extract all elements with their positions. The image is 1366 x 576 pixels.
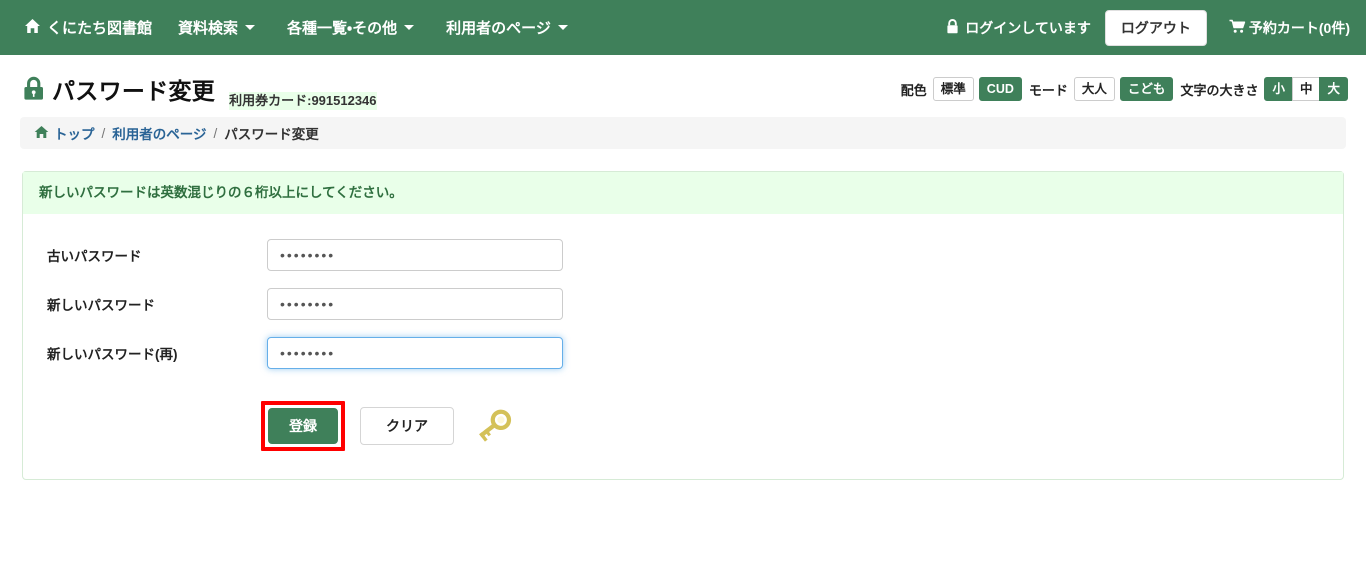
new-password-confirm-input[interactable] — [267, 336, 563, 369]
form-row-old-password: 古いパスワード — [23, 230, 1343, 279]
logout-button[interactable]: ログアウト — [1104, 9, 1207, 46]
page-header: パスワード変更 利用券カード:991512346 配色 標準 CUD モード 大… — [0, 65, 1366, 113]
new-password-input[interactable] — [267, 287, 563, 320]
color-scheme-standard-button[interactable]: 標準 — [932, 77, 974, 101]
password-change-form: 古いパスワード 新しいパスワード 新しいパスワード(再) 登録 クリア — [23, 214, 1343, 479]
form-actions: 登録 クリア — [23, 377, 1343, 479]
text-size-medium-button[interactable]: 中 — [1291, 77, 1321, 101]
breadcrumb-label: トップ — [54, 127, 95, 142]
new-password-confirm-label: 新しいパスワード(再) — [47, 346, 178, 362]
form-row-new-password: 新しいパスワード — [23, 279, 1343, 328]
nav-item-lists-other[interactable]: 各種一覧・その他 — [271, 17, 430, 38]
old-password-label: 古いパスワード — [47, 248, 142, 264]
login-status-label: ログインしています — [965, 19, 1091, 36]
home-icon — [24, 18, 41, 38]
top-navbar: くにたち図書館 資料検索 各種一覧・その他 利用者のページ ログインしています … — [0, 0, 1366, 55]
nav-item-user-page[interactable]: 利用者のページ — [430, 17, 584, 38]
display-preferences: 配色 標準 CUD モード 大人 こども 文字の大きさ 小 中 大 — [901, 77, 1348, 101]
password-rule-alert: 新しいパスワードは英数混じりの６桁以上にしてください。 — [23, 172, 1343, 214]
nav-item-label: 各種一覧・その他 — [287, 20, 398, 37]
library-card-number: 利用券カード:991512346 — [229, 92, 377, 110]
text-size-label: 文字の大きさ — [1180, 82, 1259, 98]
navbar-right-group: ログインしています ログアウト 予約カート(0件) — [946, 0, 1356, 55]
breadcrumb: トップ / 利用者のページ / パスワード変更 — [20, 117, 1346, 149]
nav-item-label: 利用者のページ — [446, 20, 551, 37]
reservation-cart-link[interactable]: 予約カート(0件) — [1229, 18, 1350, 38]
old-password-input[interactable] — [267, 238, 563, 271]
nav-item-label: 資料検索 — [178, 20, 239, 37]
reservation-cart-label: 予約カート(0件) — [1248, 19, 1350, 36]
breadcrumb-separator: / — [101, 125, 106, 141]
text-size-small-button[interactable]: 小 — [1264, 77, 1293, 101]
submit-button[interactable]: 登録 — [268, 408, 338, 444]
color-scheme-label: 配色 — [900, 82, 927, 98]
submit-button-highlight-annotation: 登録 — [261, 401, 345, 451]
nav-brand-link[interactable]: くにたち図書館 — [14, 17, 162, 38]
form-row-new-password-confirm: 新しいパスワード(再) — [23, 328, 1343, 377]
breadcrumb-item-current: パスワード変更 — [224, 127, 319, 142]
text-size-large-button[interactable]: 大 — [1319, 77, 1348, 101]
navbar-left-group: くにたち図書館 資料検索 各種一覧・その他 利用者のページ — [14, 17, 584, 38]
mode-label: モード — [1028, 82, 1068, 98]
nav-item-search[interactable]: 資料検索 — [162, 17, 271, 38]
page-title: パスワード変更 — [20, 72, 215, 106]
shopping-cart-icon — [1229, 19, 1246, 37]
color-scheme-cud-button[interactable]: CUD — [978, 77, 1022, 101]
breadcrumb-separator: / — [213, 125, 218, 141]
page-title-text: パスワード変更 — [52, 78, 216, 104]
padlock-icon — [20, 75, 47, 103]
clear-button[interactable]: クリア — [360, 407, 454, 445]
breadcrumb-item-user-page[interactable]: 利用者のページ — [112, 123, 206, 143]
chevron-down-icon — [245, 25, 256, 30]
home-icon — [34, 125, 49, 142]
mode-adult-button[interactable]: 大人 — [1073, 77, 1115, 101]
lock-icon — [946, 18, 959, 37]
password-change-panel: 新しいパスワードは英数混じりの６桁以上にしてください。 古いパスワード 新しいパ… — [22, 171, 1344, 480]
mode-kids-button[interactable]: こども — [1119, 77, 1174, 101]
text-size-group: 小 中 大 — [1264, 77, 1348, 101]
new-password-label: 新しいパスワード — [47, 297, 155, 313]
nav-brand-label: くにたち図書館 — [47, 20, 153, 37]
chevron-down-icon — [557, 25, 568, 30]
breadcrumb-item-top[interactable]: トップ — [34, 123, 95, 143]
key-icon — [472, 407, 514, 445]
login-status: ログインしています — [946, 18, 1091, 38]
chevron-down-icon — [404, 25, 415, 30]
